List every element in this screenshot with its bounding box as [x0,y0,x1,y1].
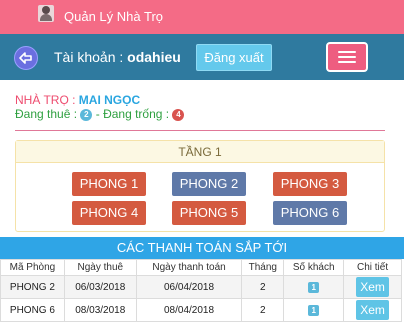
payments-table: Mã Phòng Ngày thuê Ngày thanh toán Tháng… [0,259,402,322]
room-status: Đang thuê : 2 - Đang trống : 4 [15,107,185,121]
cell-rent-date: 08/03/2018 [63,298,137,322]
house-name: MAI NGỌC [78,93,141,107]
rented-count-badge: 2 [80,108,93,121]
view-button[interactable]: Xem [356,300,389,320]
arrow-left-icon [19,52,32,64]
cell-detail: Xem [343,275,402,299]
view-button[interactable]: Xem [356,277,389,297]
table-row: PHONG 2 06/03/2018 06/04/2018 2 1 Xem [0,275,402,299]
upcoming-payments-title: CÁC THANH TOÁN SẮP TỚI [0,237,404,259]
cell-pay-date: 06/04/2018 [135,275,243,299]
column-header-rent-date: Ngày thuê [63,259,137,276]
cell-month: 2 [241,298,285,322]
rented-label: Đang thuê : [15,107,78,121]
hamburger-icon-bar [338,51,356,53]
back-button[interactable] [14,46,38,70]
user-bar: Tài khoản : odahieu Đăng xuất [0,34,404,80]
cell-rent-date: 06/03/2018 [63,275,137,299]
room-button-6[interactable]: PHONG 6 [273,201,347,225]
floor-title: TẦNG 1 [16,141,384,163]
cell-pay-date: 08/04/2018 [135,298,243,322]
cell-room: PHONG 6 [0,298,65,322]
cell-room: PHONG 2 [0,275,65,299]
room-button-1[interactable]: PHONG 1 [72,172,146,196]
house-label: NHÀ TRỌ : [15,93,76,107]
app-title: Quản Lý Nhà Trọ [64,9,163,24]
cell-month: 2 [241,275,285,299]
account-info: Tài khoản : odahieu [54,49,181,65]
user-avatar-icon [38,5,54,22]
cell-guests: 1 [283,298,345,322]
table-row: PHONG 6 08/03/2018 08/04/2018 2 1 Xem [0,298,402,322]
cell-guests: 1 [283,275,345,299]
column-header-room: Mã Phòng [0,259,65,276]
column-header-detail: Chi tiết [343,259,402,276]
column-header-pay-date: Ngày thanh toán [135,259,243,276]
room-button-5[interactable]: PHONG 5 [172,201,246,225]
room-button-4[interactable]: PHONG 4 [72,201,146,225]
vacant-label: Đang trống : [103,107,170,121]
hamburger-icon-bar [338,56,356,58]
logout-button[interactable]: Đăng xuất [196,44,272,71]
guest-count-badge: 1 [308,281,320,293]
column-header-month: Tháng [241,259,285,276]
house-info: NHÀ TRỌ : MAI NGỌC [15,93,140,107]
account-label: Tài khoản : [54,49,124,65]
cell-detail: Xem [343,298,402,322]
hamburger-icon-bar [338,61,356,63]
menu-toggle-button[interactable] [326,42,368,72]
app-header: Quản Lý Nhà Trọ [0,0,404,34]
table-header-row: Mã Phòng Ngày thuê Ngày thanh toán Tháng… [0,259,402,276]
vacant-count-badge: 4 [172,108,185,121]
account-username: odahieu [127,49,181,65]
status-separator: - [95,107,100,121]
room-button-3[interactable]: PHONG 3 [273,172,347,196]
room-button-2[interactable]: PHONG 2 [172,172,246,196]
floor-panel: TẦNG 1 PHONG 1 PHONG 2 PHONG 3 PHONG 4 P… [15,140,385,232]
column-header-guests: Số khách [283,259,345,276]
guest-count-badge: 1 [308,304,320,316]
divider [15,130,385,131]
